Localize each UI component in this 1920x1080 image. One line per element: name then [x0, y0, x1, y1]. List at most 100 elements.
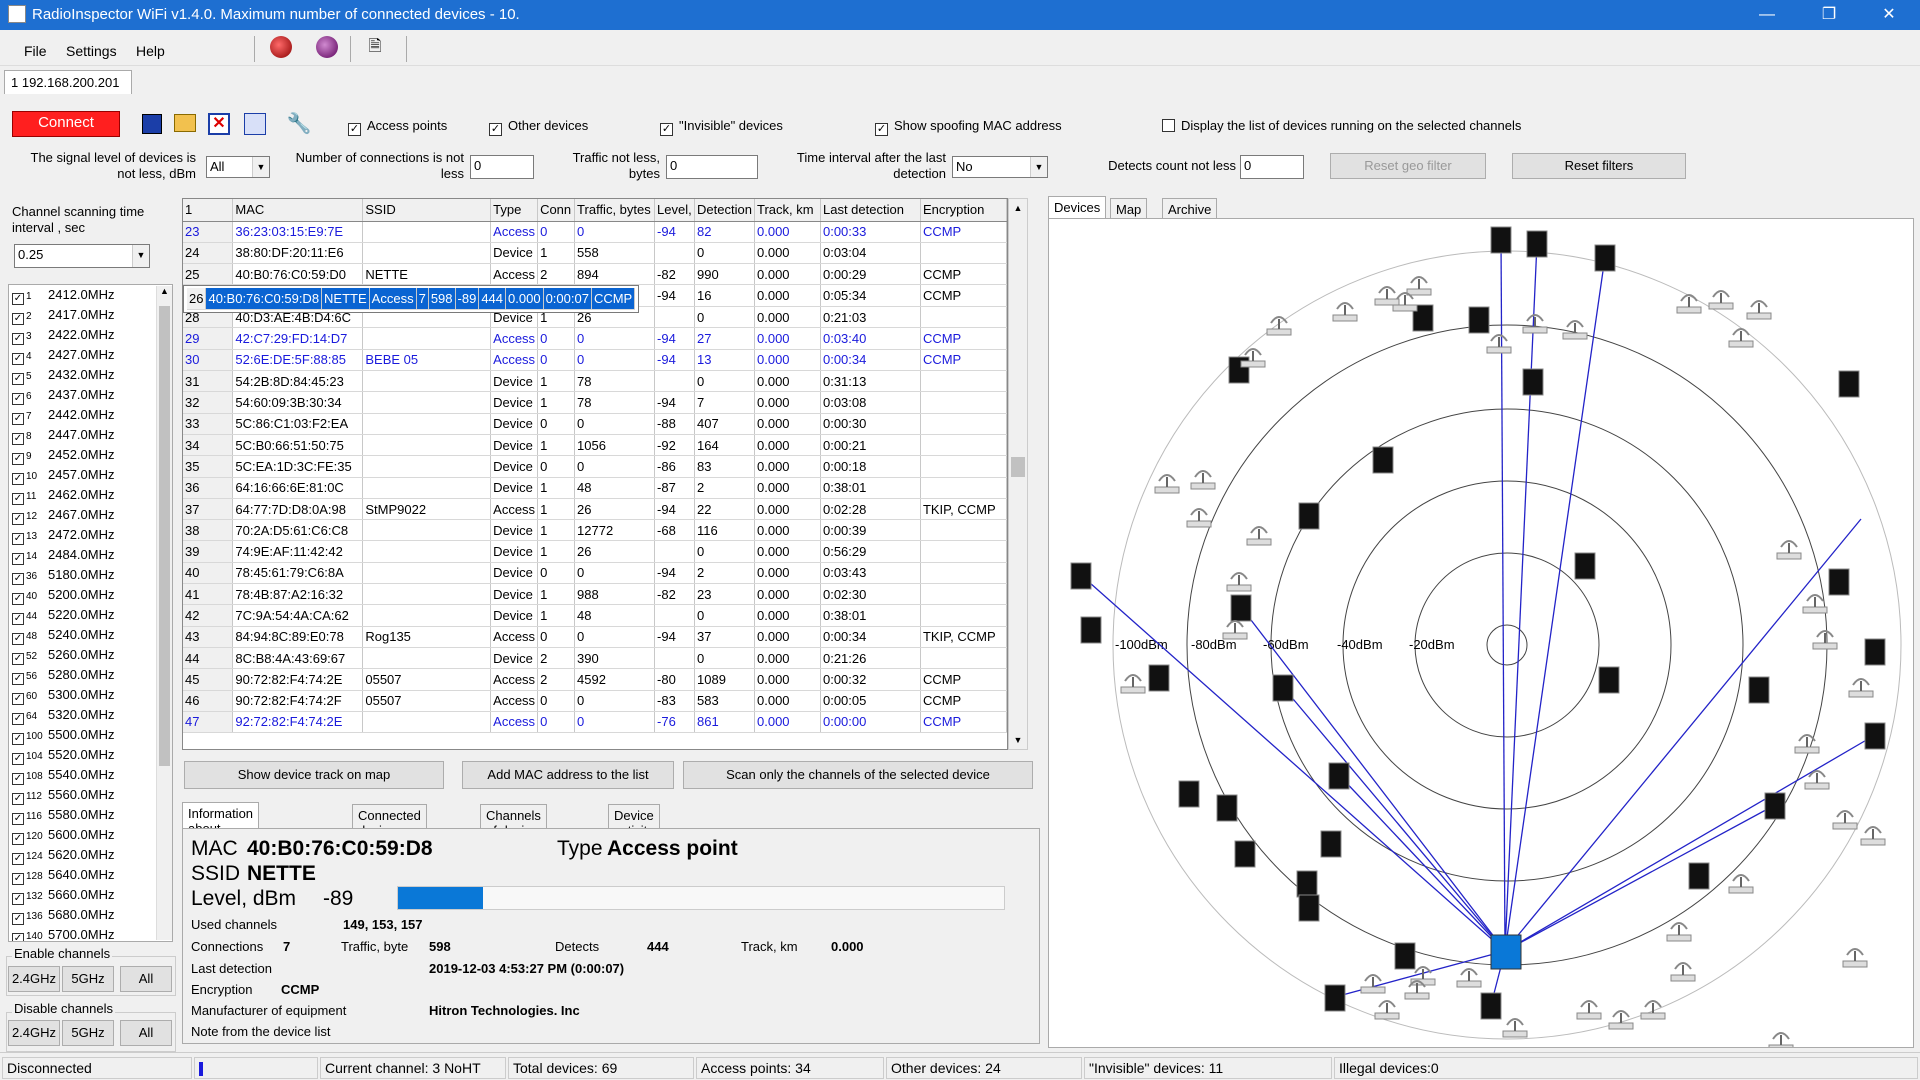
channel-item[interactable]: ✓ 6 2437.0MHz — [9, 385, 172, 405]
connection-tab[interactable]: 1 192.168.200.201 — [4, 70, 132, 94]
connections-filter-input[interactable]: 0 — [470, 155, 534, 179]
access-point-icon[interactable] — [1562, 320, 1588, 340]
device-icon[interactable] — [1272, 674, 1294, 702]
access-point-icon[interactable] — [1226, 572, 1252, 592]
checkbox-icon[interactable]: ✓ — [12, 433, 24, 445]
channel-list[interactable]: ✓ 1 2412.0MHz ✓ 2 2417.0MHz ✓ 3 2422.0MHz ✓ 4 2427.… — [8, 284, 173, 942]
device-icon[interactable] — [1574, 552, 1596, 580]
enable-all-button[interactable]: All — [120, 966, 172, 992]
column-header[interactable]: Type — [490, 199, 539, 222]
checkbox-icon[interactable]: ✓ — [12, 573, 24, 585]
channel-item[interactable]: ✓ 1 2412.0MHz — [9, 285, 172, 305]
scroll-thumb[interactable] — [159, 306, 170, 766]
wrench-icon[interactable]: 🔧 — [286, 112, 312, 136]
invisible-devices-checkbox[interactable]: ✓ "Invisible" devices — [660, 118, 783, 136]
table-row[interactable]: 47 92:72:82:F4:74:2E Access 0 0 -76 861 0.000 0:… — [183, 711, 1007, 734]
checkbox-icon[interactable]: ✓ — [12, 793, 24, 805]
disable-24ghz-button[interactable]: 2.4GHz — [8, 1020, 60, 1046]
checkbox-icon[interactable]: ✓ — [12, 393, 24, 405]
device-icon[interactable] — [1522, 368, 1544, 396]
table-row[interactable]: 26 40:B0:76:C0:59:D8 NETTE Access 7 598 -89 444… — [183, 285, 640, 314]
table-row[interactable]: 35 5C:EA:1D:3C:FE:35 Device 0 0 -86 83 0.000 0:0… — [183, 455, 1007, 478]
device-icon[interactable] — [1234, 840, 1256, 868]
access-point-icon[interactable] — [1670, 962, 1696, 982]
channel-item[interactable]: ✓ 13 2472.0MHz — [9, 525, 172, 545]
access-point-icon[interactable] — [1154, 474, 1180, 494]
table-row[interactable]: 39 74:9E:AF:11:42:42 Device 1 26 0 0.000 0:56:2… — [183, 540, 1007, 563]
checkbox-icon[interactable]: ✓ — [12, 613, 24, 625]
device-icon[interactable] — [1688, 862, 1710, 890]
access-point-icon[interactable] — [1120, 674, 1146, 694]
device-icon[interactable] — [1594, 244, 1616, 272]
access-point-icon[interactable] — [1222, 620, 1248, 640]
table-row[interactable]: 36 64:16:66:6E:81:0C Device 1 48 -87 2 0.000 0:3… — [183, 477, 1007, 499]
table-row[interactable]: 44 8C:B8:4A:43:69:67 Device 2 390 0 0.000 0:21:… — [183, 647, 1007, 670]
checkbox-icon[interactable]: ✓ — [12, 653, 24, 665]
column-header[interactable]: Last detection — [820, 199, 921, 222]
device-icon[interactable] — [1598, 666, 1620, 694]
checkbox-icon[interactable]: ✓ — [12, 553, 24, 565]
column-header[interactable]: MAC — [232, 199, 364, 222]
disable-5ghz-button[interactable]: 5GHz — [62, 1020, 114, 1046]
access-point-icon[interactable] — [1246, 526, 1272, 546]
tab-archive[interactable]: Archive — [1162, 198, 1218, 220]
access-point-icon[interactable] — [1640, 1000, 1666, 1020]
channel-item[interactable]: ✓ 10 2457.0MHz — [9, 465, 172, 485]
column-header[interactable]: Encryption — [920, 199, 1007, 222]
table-row[interactable]: 30 52:6E:DE:5F:88:85 BEBE 05 Access 0 0 -94 13 0… — [183, 349, 1007, 372]
channel-item[interactable]: ✓ 124 5620.0MHz — [9, 845, 172, 865]
channel-item[interactable]: ✓ 52 5260.0MHz — [9, 645, 172, 665]
channel-item[interactable]: ✓ 104 5520.0MHz — [9, 745, 172, 765]
table-row[interactable]: 23 36:23:03:15:E9:7E Access 0 0 -94 82 0.000 0:0… — [183, 221, 1007, 243]
channel-item[interactable]: ✓ 120 5600.0MHz — [9, 825, 172, 845]
device-icon[interactable] — [1864, 638, 1886, 666]
access-point-icon[interactable] — [1522, 314, 1548, 334]
checkbox-icon[interactable]: ✓ — [12, 913, 24, 925]
stop-icon[interactable] — [316, 36, 338, 58]
channel-item[interactable]: ✓ 4 2427.0MHz — [9, 345, 172, 365]
channel-item[interactable]: ✓ 11 2462.0MHz — [9, 485, 172, 505]
channel-item[interactable]: ✓ 60 5300.0MHz — [9, 685, 172, 705]
delete-icon[interactable]: ✕ — [208, 113, 230, 135]
channel-item[interactable]: ✓ 36 5180.0MHz — [9, 565, 172, 585]
signal-filter-select[interactable]: All ▼ — [206, 156, 270, 178]
device-icon[interactable] — [1296, 870, 1318, 898]
tab-connected-devices[interactable]: Connected devices — [352, 804, 427, 838]
tab-information[interactable]: Information about device — [182, 802, 260, 851]
access-point-icon[interactable] — [1776, 540, 1802, 560]
save-icon[interactable] — [142, 114, 162, 134]
chevron-down-icon[interactable]: ▼ — [1009, 731, 1027, 749]
channel-item[interactable]: ✓ 112 5560.0MHz — [9, 785, 172, 805]
device-icon[interactable] — [1764, 792, 1786, 820]
other-devices-checkbox[interactable]: ✓ Other devices — [489, 118, 588, 136]
access-point-icon[interactable] — [1406, 276, 1432, 296]
checkbox-icon[interactable]: ✓ — [12, 533, 24, 545]
checkbox-icon[interactable]: ✓ — [12, 353, 24, 365]
device-icon[interactable] — [1324, 984, 1346, 1012]
channel-item[interactable]: ✓ 12 2467.0MHz — [9, 505, 172, 525]
tab-channels[interactable]: Channels of device — [480, 804, 547, 838]
scroll-thumb[interactable] — [1011, 457, 1025, 477]
checkbox-icon[interactable]: ✓ — [12, 313, 24, 325]
access-point-icon[interactable] — [1728, 874, 1754, 894]
add-mac-button[interactable]: Add MAC address to the list — [462, 761, 674, 789]
access-point-icon[interactable] — [1374, 1000, 1400, 1020]
access-point-icon[interactable] — [1848, 678, 1874, 698]
show-track-button[interactable]: Show device track on map — [184, 761, 444, 789]
device-icon[interactable] — [1480, 992, 1502, 1020]
channel-item[interactable]: ✓ 9 2452.0MHz — [9, 445, 172, 465]
device-icon[interactable] — [1148, 664, 1170, 692]
device-icon[interactable] — [1178, 780, 1200, 808]
checkbox-icon[interactable]: ✓ — [12, 893, 24, 905]
device-icon[interactable] — [1748, 676, 1770, 704]
channel-item[interactable]: ✓ 140 5700.0MHz — [9, 925, 172, 941]
device-icon[interactable] — [1216, 794, 1238, 822]
channel-item[interactable]: ✓ 7 2442.0MHz — [9, 405, 172, 425]
checkbox-icon[interactable]: ✓ — [12, 693, 24, 705]
device-icon[interactable] — [1394, 942, 1416, 970]
channel-scrollbar[interactable]: ▲ — [156, 286, 172, 940]
table-row[interactable]: 24 38:80:DF:20:11:E6 Device 1 558 0 0.000 0:03:… — [183, 242, 1007, 265]
device-table[interactable]: 1 MAC SSID Type Conn Traffic, bytes Level, Dete… — [182, 198, 1008, 750]
access-point-icon[interactable] — [1576, 1000, 1602, 1020]
checkbox-icon[interactable]: ✓ — [12, 493, 24, 505]
